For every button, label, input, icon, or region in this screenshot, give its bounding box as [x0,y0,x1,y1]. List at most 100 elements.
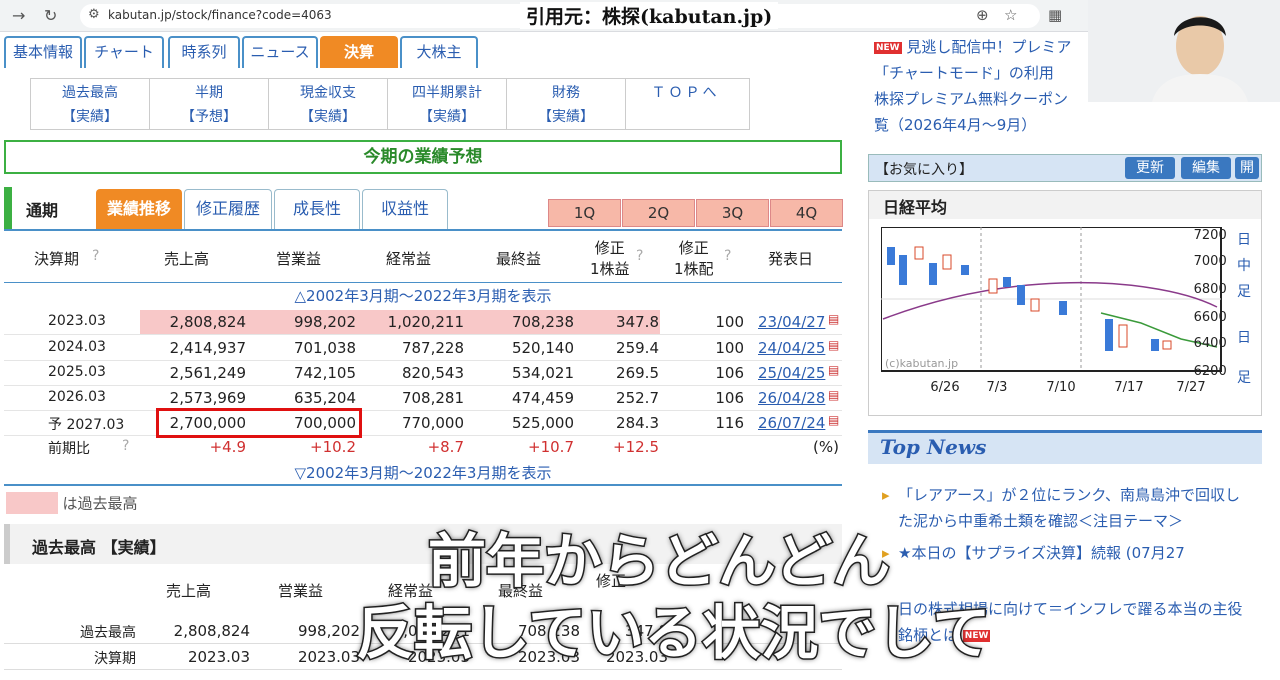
candle [914,246,924,260]
table-row: 2023.03 2,808,824 998,202 1,020,211 708,238 3… [4,310,842,335]
period-switch[interactable]: 日 中 足 日 足 [1233,227,1255,391]
past-row: 過去最高 2,808,824 998,202 1,020,211 708,238 347.… [4,620,842,644]
period-cell: 2024.03 [48,339,106,355]
tab-chart[interactable]: チャート [84,36,164,68]
candle [1003,277,1011,287]
forward-icon[interactable]: → [12,6,25,25]
subnav-record-high[interactable]: 過去最高 【実績】 [31,79,150,129]
candle [1030,298,1040,312]
x-tick: 6/26 [930,380,959,395]
calendar-icon[interactable]: ▦ [1048,6,1062,24]
news-item[interactable]: ▸ 「レアアース」が２位にランク、南鳥島沖で回収した泥から中重希土類を確認＜注目テ… [882,482,1252,534]
past-row-label: 過去最高 [80,625,136,641]
q4-button[interactable]: 4Q [770,199,843,227]
nikkei-chart[interactable]: (c)kabutan.jp 72000 70000 68000 66000 64… [881,227,1227,407]
pdf-icon[interactable]: ▤ [828,338,839,352]
tab-profitability[interactable]: 収益性 [362,189,448,229]
tab-earnings[interactable]: 決算 [320,36,398,68]
announce-date-link[interactable]: 24/04/25 [758,339,825,357]
news-item[interactable]: ▸ ★本日の【サプライズ決算】続報 (07月27 [882,540,1252,566]
past-col-eps: 修正 [596,572,627,590]
period-switch-item[interactable]: 日 [1233,227,1255,253]
subnav-half-year[interactable]: 半期 【予想】 [150,79,269,129]
net-cell: 520,140 [511,339,574,357]
tab-news[interactable]: ニュース [242,36,318,68]
tab-timeseries[interactable]: 時系列 [168,36,240,68]
period-switch-item[interactable]: 日 [1233,325,1255,351]
eps-cell: 252.7 [616,389,659,407]
period-cell: 予 2027.03 [48,417,125,433]
promo-line: 株探プレミアム無料クーポン [874,90,1068,108]
subnav-financial[interactable]: 財務 【実績】 [507,79,626,129]
subnav-label: 四半期累計 [412,85,482,101]
q1-button[interactable]: 1Q [548,199,621,227]
q2-button[interactable]: 2Q [622,199,695,227]
bookmark-star-icon[interactable]: ☆ [1004,6,1017,24]
help-icon[interactable]: ? [724,248,731,264]
col-operating-profit: 営業益 [276,250,322,268]
highlight-box [156,408,362,438]
subnav-cashflow[interactable]: 現金収支 【実績】 [269,79,388,129]
news-item[interactable]: 日の株式相場に向けて＝インフレで躍る本当の主役銘柄とは NEW [882,596,1252,648]
col-net-profit: 最終益 [496,250,542,268]
past-sales-cell: 2,808,824 [173,622,250,640]
period-switch-item[interactable]: 中 [1233,253,1255,279]
tab-growth[interactable]: 成長性 [274,189,360,229]
pdf-icon[interactable]: ▤ [828,363,839,377]
past-ord-cell: 1,020,211 [393,622,470,640]
site-info-icon[interactable]: ⚙ [88,7,100,22]
forecast-title: 今期の業績予想 [4,140,842,174]
period-switch-item[interactable]: 足 [1233,279,1255,305]
candle [942,254,952,270]
tab-major-shareholders[interactable]: 大株主 [400,36,478,68]
candle [988,278,998,294]
past-eps-cell: 347.8 [625,622,668,640]
promo-block[interactable]: NEW 見逃し配信中！プレミア 「チャートモード」の利用 株探プレミアム無料クー… [874,34,1114,138]
past-record-title: 過去最高 【実績】 [32,538,166,557]
announce-date-link[interactable]: 26/07/24 [758,414,825,432]
nikkei-widget: 日経平均 (c)kabutan.jp 7200 7000 6800 6600 6… [868,190,1262,416]
help-icon[interactable]: ? [636,248,643,264]
announce-date-link[interactable]: 26/04/28 [758,389,825,407]
nikkei-title: 日経平均 [869,191,1261,219]
refresh-button[interactable]: 更新 [1125,157,1175,179]
zoom-icon[interactable]: ⊕ [976,6,989,24]
net-cell: 474,459 [511,389,574,407]
pdf-icon[interactable]: ▤ [828,388,839,402]
tab-basic-info[interactable]: 基本情報 [4,36,82,68]
subnav-label: 現金収支 [300,85,356,101]
expand-history-link[interactable]: △2002年3月期～2022年3月期を表示 [4,282,842,308]
reload-icon[interactable]: ↻ [44,6,57,25]
tab-revision-history[interactable]: 修正履歴 [184,189,272,229]
col-sales: 売上高 [164,250,210,268]
subnav-label: 半期 [195,85,223,101]
announce-date-link[interactable]: 23/04/27 [758,313,825,331]
candle [1162,340,1172,350]
past-op-cell: 998,202 [297,622,360,640]
announce-date-link[interactable]: 25/04/25 [758,364,825,382]
period-switch-item[interactable]: 足 [1233,365,1255,391]
subnav-top[interactable]: ＴＯＰへ [626,79,745,129]
promo-line: NEW 見逃し配信中！プレミア [874,34,1114,60]
col-date: 発表日 [768,250,814,268]
tab-performance[interactable]: 業績推移 [96,189,182,229]
help-icon[interactable]: ? [122,438,129,454]
subnav-quarterly[interactable]: 四半期累計 【実績】 [388,79,507,129]
sales-cell: 2,808,824 [169,313,246,331]
collapse-history-link[interactable]: ▽2002年3月期～2022年3月期を表示 [4,460,842,486]
webcam-overlay [1088,0,1280,102]
edit-button[interactable]: 編集 [1181,157,1231,179]
y-tick: 64000 [1194,336,1227,351]
table-row: 2024.03 2,414,937 701,038 787,228 520,140 259… [4,336,842,361]
bullet-icon: ▸ [882,486,890,504]
div-cell: 106 [715,364,744,382]
open-button[interactable]: 開 [1235,157,1259,179]
past-col-sales: 売上高 [166,582,212,600]
top-news-header: Top News [868,430,1262,464]
help-icon[interactable]: ? [92,248,99,264]
col-ordinary-profit: 経常益 [386,250,432,268]
favorites-label: 【お気に入り】 [875,162,973,178]
pdf-icon[interactable]: ▤ [828,413,839,427]
q3-button[interactable]: 3Q [696,199,769,227]
pdf-icon[interactable]: ▤ [828,312,839,326]
